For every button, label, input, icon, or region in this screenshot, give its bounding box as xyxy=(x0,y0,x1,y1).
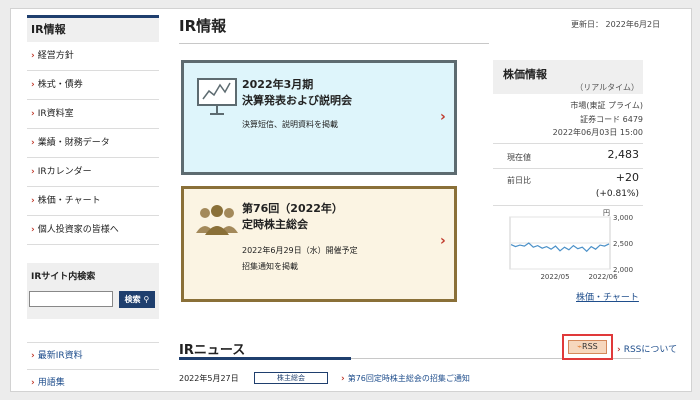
sidebar-links: › 最新IR資料 › 用語集 xyxy=(27,342,159,391)
sidebar-item-ir-library[interactable]: › IR資料室 xyxy=(27,100,159,129)
sidebar-nav: › 経営方針 › 株式・債券 › IR資料室 › 業績・財務データ › IRカレンダー ›… xyxy=(27,42,159,245)
card-shareholders-meeting[interactable]: 第76回（2022年） 定時株主総会 2022年6月29日（水）開催予定 招集通… xyxy=(181,186,457,302)
page: IR情報 › 経営方針 › 株式・債券 › IR資料室 › 業績・財務データ › IRカレ… xyxy=(10,8,692,392)
sidebar-item-label: IRカレンダー xyxy=(37,167,92,177)
site-search-title: IRサイト内検索 xyxy=(31,272,96,282)
chevron-right-icon: › xyxy=(31,80,35,90)
chevron-right-icon: › xyxy=(31,109,35,119)
rss-highlight-box: ⌁RSS xyxy=(562,334,613,360)
card-title-line1: 2022年3月期 xyxy=(242,78,314,91)
news-title: IRニュース xyxy=(179,343,246,358)
stock-price-chart: 円 3,0002,5002,000 2022/05 2022/06 xyxy=(509,209,633,281)
card-title-line2: 決算発表および説明会 xyxy=(242,94,352,107)
rss-about-link[interactable]: › RSSについて xyxy=(617,342,677,355)
presentation-chart-icon xyxy=(197,78,237,115)
divider xyxy=(493,143,643,144)
news-title-underline xyxy=(179,357,351,360)
sidebar-heading: IR情報 xyxy=(27,15,159,42)
chevron-right-icon: › xyxy=(31,167,35,177)
chevron-right-icon: › xyxy=(617,345,621,355)
news-item-link[interactable]: › 第76回定時株主総会の招集ご通知 xyxy=(341,373,470,384)
sidebar-item-label: 株式・債券 xyxy=(37,80,83,90)
stock-info-subtitle: （リアルタイム） xyxy=(575,83,639,92)
sidebar-item-label: 個人投資家の皆様へ xyxy=(37,225,119,235)
chart-y-tick-label: 2,500 xyxy=(613,240,633,248)
sidebar-item-ir-calendar[interactable]: › IRカレンダー xyxy=(27,158,159,187)
title-divider xyxy=(179,43,489,44)
chevron-right-icon: › xyxy=(341,374,345,384)
card-description: 決算短信、説明資料を掲載 xyxy=(242,120,338,129)
sidebar-link-label: 用語集 xyxy=(37,378,65,388)
updated-date: 更新日： 2022年6月2日 xyxy=(571,20,661,29)
chart-x-tick-label: 2022/05 xyxy=(540,273,569,281)
sidebar-item-label: 株価・チャート xyxy=(37,196,101,206)
site-search-input[interactable] xyxy=(29,291,113,307)
current-price-label: 現在値 xyxy=(507,153,531,162)
site-search-button[interactable]: 検索 ⚲ xyxy=(119,291,155,308)
news-category-badge: 株主総会 xyxy=(254,372,328,384)
chevron-right-icon: › xyxy=(31,378,35,388)
stock-info-header: 株価情報 （リアルタイム） xyxy=(493,60,643,94)
divider xyxy=(493,168,643,169)
sidebar-item-management-policy[interactable]: › 経営方針 xyxy=(27,42,159,71)
chart-unit-label: 円 xyxy=(603,209,610,217)
stock-chart-link[interactable]: 株価・チャート xyxy=(576,290,639,303)
rss-button-label: RSS xyxy=(582,342,598,351)
change-label: 前日比 xyxy=(507,176,531,185)
sidebar-link-glossary[interactable]: › 用語集 xyxy=(27,370,159,391)
page-title: IR情報 xyxy=(179,17,227,35)
card-title-line1: 第76回（2022年） xyxy=(242,202,343,215)
chart-y-tick-label: 3,000 xyxy=(613,214,633,222)
sidebar-item-stock-chart[interactable]: › 株価・チャート xyxy=(27,187,159,216)
shareholders-icon xyxy=(196,205,238,235)
search-icon: ⚲ xyxy=(140,295,150,304)
sidebar-item-label: 業績・財務データ xyxy=(37,138,110,148)
divider xyxy=(493,205,643,206)
card-financial-results[interactable]: 2022年3月期 決算発表および説明会 決算短信、説明資料を掲載 › xyxy=(181,60,457,175)
chevron-right-icon: › xyxy=(31,51,35,61)
current-price-value: 2,483 xyxy=(607,148,640,161)
stock-code: 証券コード 6479 xyxy=(580,115,643,124)
chart-grid xyxy=(510,216,610,270)
chart-x-tick-label: 2022/06 xyxy=(588,273,618,281)
stock-datetime: 2022年06月03日 15:00 xyxy=(552,128,643,137)
change-percent: (+0.81%) xyxy=(595,189,639,199)
sidebar-item-label: IR資料室 xyxy=(37,109,74,119)
stock-info-title: 株価情報 xyxy=(503,68,547,81)
chevron-right-icon: › xyxy=(440,233,446,249)
sidebar-item-stocks-bonds[interactable]: › 株式・債券 xyxy=(27,71,159,100)
chevron-right-icon: › xyxy=(31,138,35,148)
change-value: +20 xyxy=(615,171,639,184)
sidebar-item-financial-data[interactable]: › 業績・財務データ xyxy=(27,129,159,158)
sidebar-link-label: 最新IR資料 xyxy=(37,351,83,361)
chevron-right-icon: › xyxy=(31,196,35,206)
site-search-panel: IRサイト内検索 検索 ⚲ xyxy=(27,263,159,319)
rss-button[interactable]: ⌁RSS xyxy=(568,340,607,354)
chevron-right-icon: › xyxy=(440,109,446,125)
stock-market: 市場(東証 プライム) xyxy=(570,101,643,110)
news-item-title: 第76回定時株主総会の招集ご通知 xyxy=(347,374,470,383)
rss-about-label: RSSについて xyxy=(623,345,678,355)
chevron-right-icon: › xyxy=(31,351,35,361)
news-date: 2022年5月27日 xyxy=(179,374,239,383)
price-series-line xyxy=(510,242,610,253)
search-button-label: 検索 xyxy=(124,295,141,304)
chevron-right-icon: › xyxy=(31,225,35,235)
sidebar-item-label: 経営方針 xyxy=(37,51,74,61)
sidebar-link-latest-ir[interactable]: › 最新IR資料 xyxy=(27,343,159,370)
card-title-line2: 定時株主総会 xyxy=(242,218,308,231)
card-description: 2022年6月29日（水）開催予定 xyxy=(242,246,358,255)
card-description-2: 招集通知を掲載 xyxy=(242,262,298,271)
sidebar-item-individual-investors[interactable]: › 個人投資家の皆様へ xyxy=(27,216,159,245)
chart-x-ticks: 2022/05 2022/06 xyxy=(540,273,618,281)
chart-y-ticks: 3,0002,5002,000 xyxy=(613,214,633,274)
